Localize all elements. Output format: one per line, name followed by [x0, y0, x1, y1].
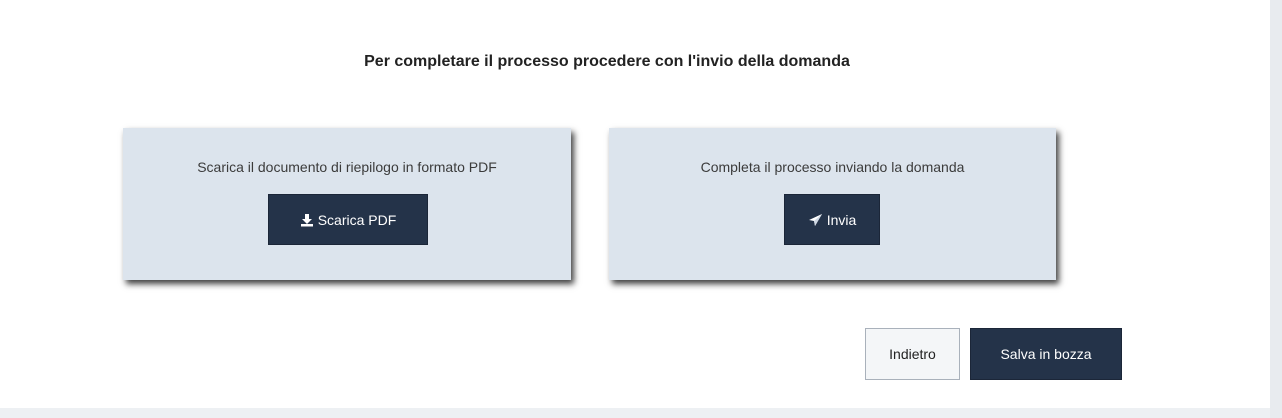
- save-draft-button[interactable]: Salva in bozza: [970, 328, 1122, 380]
- download-summary-card: Scarica il documento di riepilogo in for…: [123, 128, 571, 280]
- download-pdf-button[interactable]: Scarica PDF: [268, 194, 428, 245]
- send-card-text: Completa il processo inviando la domanda: [700, 159, 965, 175]
- download-icon: [300, 213, 314, 227]
- send-application-card: Completa il processo inviando la domanda…: [609, 128, 1056, 280]
- back-button[interactable]: Indietro: [865, 328, 960, 380]
- scrollbar-track[interactable]: [1270, 0, 1282, 418]
- download-pdf-label: Scarica PDF: [317, 211, 397, 228]
- send-label: Invia: [826, 211, 857, 228]
- send-button[interactable]: Invia: [784, 194, 880, 245]
- main-panel: Per completare il processo procedere con…: [0, 0, 1270, 408]
- page-heading: Per completare il processo procedere con…: [364, 53, 850, 70]
- download-card-text: Scarica il documento di riepilogo in for…: [197, 159, 497, 175]
- bottom-divider: [0, 408, 1270, 418]
- send-icon: [808, 213, 823, 227]
